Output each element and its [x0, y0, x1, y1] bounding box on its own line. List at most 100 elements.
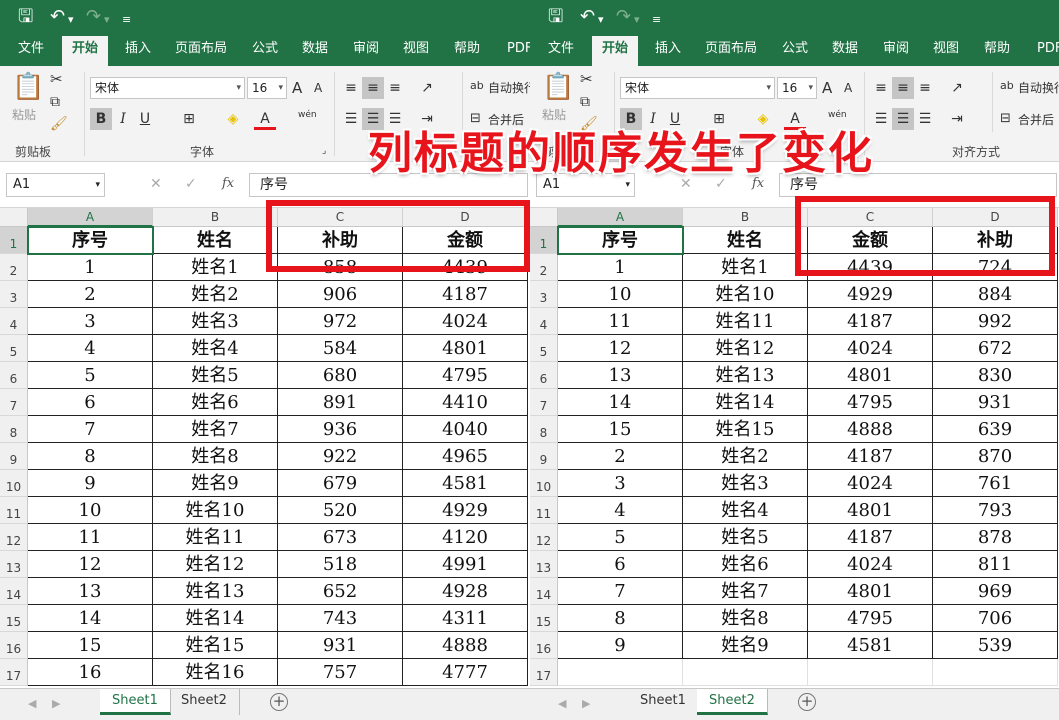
header-cell[interactable]: 姓名	[153, 227, 278, 254]
align-middle-icon[interactable]: ≡	[892, 77, 914, 99]
table-cell[interactable]: 姓名12	[153, 551, 278, 578]
table-cell[interactable]: 7	[558, 578, 683, 605]
align-top-icon[interactable]: ≡	[340, 77, 362, 99]
table-cell[interactable]: 姓名4	[683, 497, 808, 524]
table-cell[interactable]: 10	[28, 497, 153, 524]
row-header-9[interactable]: 9	[0, 443, 28, 470]
table-cell[interactable]: 1	[28, 254, 153, 281]
sheet-tab-Sheet2[interactable]: Sheet2	[169, 689, 240, 715]
empty-cell[interactable]	[933, 659, 1058, 686]
table-cell[interactable]: 姓名7	[153, 416, 278, 443]
font-name-combo[interactable]: 宋体 ▾	[90, 77, 245, 99]
table-cell[interactable]: 姓名9	[683, 632, 808, 659]
table-cell[interactable]: 8	[558, 605, 683, 632]
table-cell[interactable]: 584	[278, 335, 403, 362]
bold-button[interactable]: B	[90, 108, 112, 130]
table-cell[interactable]: 9	[558, 632, 683, 659]
row-header-15[interactable]: 15	[0, 605, 28, 632]
table-cell[interactable]: 姓名14	[153, 605, 278, 632]
table-cell[interactable]: 706	[933, 605, 1058, 632]
table-cell[interactable]: 870	[933, 443, 1058, 470]
table-cell[interactable]: 4795	[808, 389, 933, 416]
row-header-8[interactable]: 8	[530, 416, 558, 443]
table-cell[interactable]: 931	[278, 632, 403, 659]
table-cell[interactable]: 3	[558, 470, 683, 497]
table-cell[interactable]: 12	[558, 335, 683, 362]
add-sheet-icon[interactable]: +	[798, 693, 816, 711]
fill-color-icon[interactable]: ◈	[222, 108, 244, 130]
table-cell[interactable]: 4024	[808, 470, 933, 497]
shrink-font-icon[interactable]: A	[844, 81, 852, 95]
table-cell[interactable]: 761	[933, 470, 1058, 497]
tab-1[interactable]: 开始	[592, 36, 639, 66]
table-cell[interactable]: 4024	[808, 551, 933, 578]
table-cell[interactable]: 姓名12	[683, 335, 808, 362]
table-cell[interactable]: 15	[558, 416, 683, 443]
row-header-10[interactable]: 10	[530, 470, 558, 497]
table-cell[interactable]: 姓名4	[153, 335, 278, 362]
select-all-corner[interactable]	[0, 208, 28, 227]
column-header-B[interactable]: B	[153, 208, 278, 227]
table-cell[interactable]: 12	[28, 551, 153, 578]
font-size-combo[interactable]: 16 ▾	[247, 77, 287, 99]
orientation-icon[interactable]: ↗	[416, 77, 438, 99]
row-header-17[interactable]: 17	[0, 659, 28, 686]
table-cell[interactable]: 520	[278, 497, 403, 524]
merge-center-icon[interactable]: ⊟	[1000, 111, 1011, 126]
table-cell[interactable]: 4410	[403, 389, 528, 416]
row-header-7[interactable]: 7	[530, 389, 558, 416]
table-cell[interactable]: 969	[933, 578, 1058, 605]
undo-icon[interactable]: ↶	[580, 5, 595, 29]
tab-0[interactable]: 文件	[16, 36, 46, 66]
row-header-1[interactable]: 1	[530, 227, 558, 254]
table-cell[interactable]: 922	[278, 443, 403, 470]
tab-7[interactable]: 视图	[931, 36, 961, 66]
cancel-icon[interactable]: ✕	[150, 176, 162, 192]
font-size-combo[interactable]: 16 ▾	[777, 77, 817, 99]
align-left-icon[interactable]: ☰	[340, 108, 362, 130]
table-cell[interactable]: 姓名8	[683, 605, 808, 632]
row-header-16[interactable]: 16	[530, 632, 558, 659]
table-cell[interactable]: 992	[933, 308, 1058, 335]
table-cell[interactable]: 姓名8	[153, 443, 278, 470]
table-cell[interactable]: 7	[28, 416, 153, 443]
table-cell[interactable]: 639	[933, 416, 1058, 443]
table-cell[interactable]: 4801	[403, 335, 528, 362]
table-cell[interactable]: 3	[28, 308, 153, 335]
row-header-14[interactable]: 14	[530, 578, 558, 605]
tab-2[interactable]: 插入	[123, 36, 153, 66]
align-bottom-icon[interactable]: ≡	[384, 77, 406, 99]
table-cell[interactable]: 4187	[808, 443, 933, 470]
table-cell[interactable]: 4965	[403, 443, 528, 470]
paste-label[interactable]: 粘贴	[12, 106, 36, 123]
next-sheet-icon[interactable]: ▶	[582, 697, 590, 710]
table-cell[interactable]: 4777	[403, 659, 528, 686]
row-header-17[interactable]: 17	[530, 659, 558, 686]
align-center-icon[interactable]: ☰	[892, 108, 914, 130]
table-cell[interactable]: 652	[278, 578, 403, 605]
table-cell[interactable]: 4801	[808, 578, 933, 605]
header-cell[interactable]: 姓名	[683, 227, 808, 254]
table-cell[interactable]: 4	[28, 335, 153, 362]
align-middle-icon[interactable]: ≡	[362, 77, 384, 99]
table-cell[interactable]: 姓名2	[683, 443, 808, 470]
row-header-6[interactable]: 6	[0, 362, 28, 389]
sheet-tab-Sheet1[interactable]: Sheet1	[628, 689, 699, 715]
table-cell[interactable]: 姓名11	[153, 524, 278, 551]
table-cell[interactable]: 8	[28, 443, 153, 470]
table-cell[interactable]: 5	[558, 524, 683, 551]
table-cell[interactable]: 姓名10	[683, 281, 808, 308]
empty-cell[interactable]	[558, 659, 683, 686]
table-cell[interactable]: 4311	[403, 605, 528, 632]
table-cell[interactable]: 姓名3	[683, 470, 808, 497]
font-name-combo[interactable]: 宋体 ▾	[620, 77, 775, 99]
empty-cell[interactable]	[808, 659, 933, 686]
row-header-4[interactable]: 4	[530, 308, 558, 335]
row-header-8[interactable]: 8	[0, 416, 28, 443]
orientation-icon[interactable]: ↗	[946, 77, 968, 99]
next-sheet-icon[interactable]: ▶	[52, 697, 60, 710]
tab-9[interactable]: PDF	[505, 36, 530, 66]
row-header-9[interactable]: 9	[530, 443, 558, 470]
format-painter-icon[interactable]: 🖌	[50, 116, 68, 132]
table-cell[interactable]: 680	[278, 362, 403, 389]
